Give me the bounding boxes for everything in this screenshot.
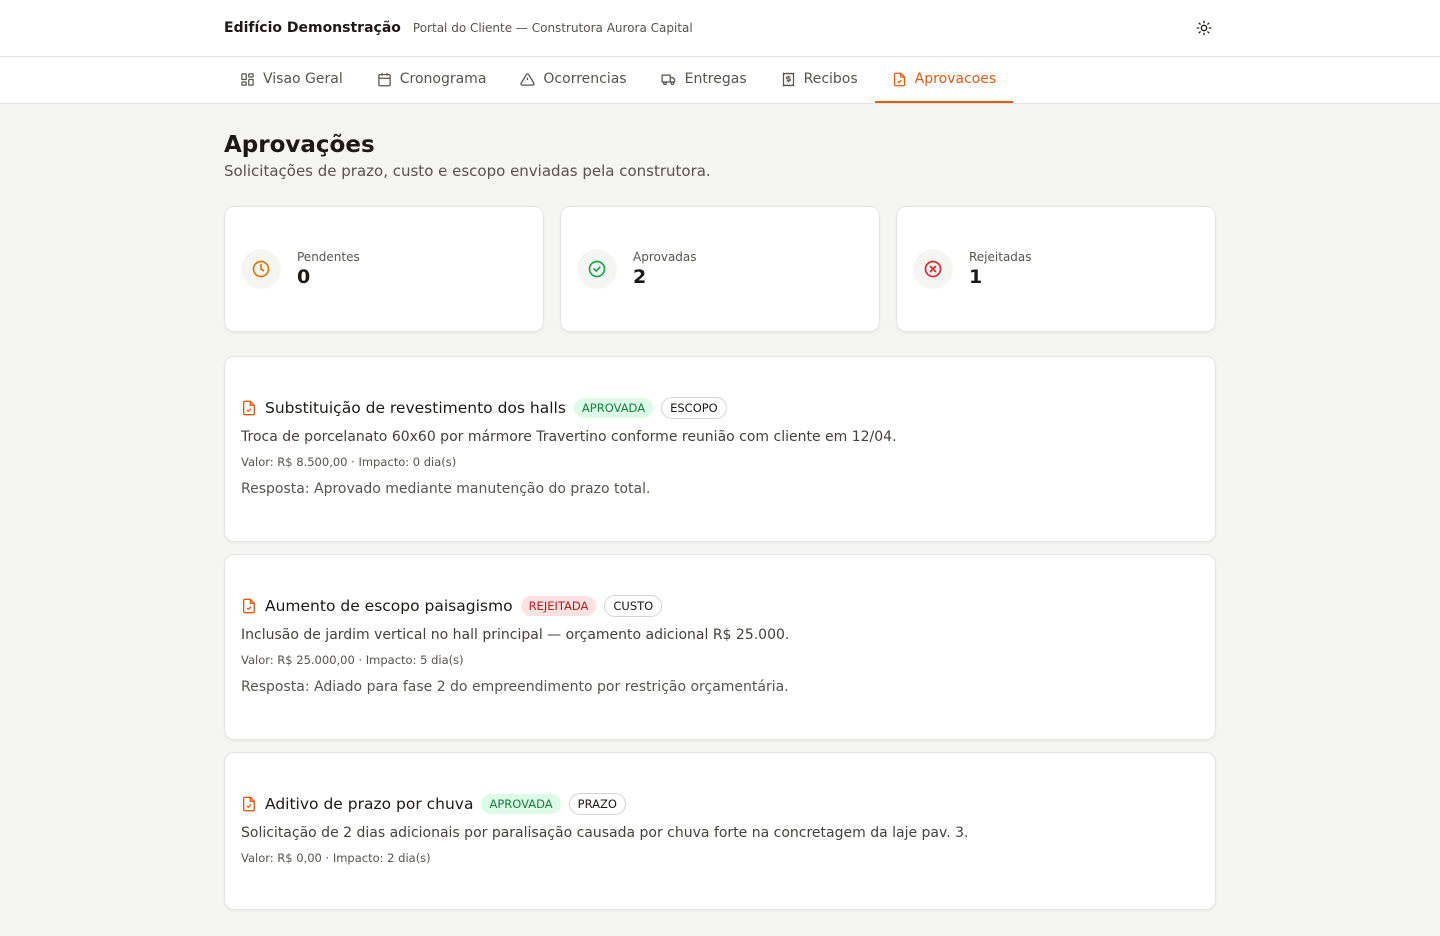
main-content: Aprovações Solicitações de prazo, custo … bbox=[0, 104, 1440, 910]
approval-response: Resposta: Aprovado mediante manutenção d… bbox=[241, 481, 651, 497]
tab-cronograma[interactable]: Cronograma bbox=[360, 57, 504, 103]
approval-card[interactable]: Aumento de escopo paisagismo REJEITADA C… bbox=[224, 554, 1216, 740]
status-badge: REJEITADA bbox=[520, 596, 597, 616]
status-badge: APROVADA bbox=[481, 794, 561, 814]
stat-value: 0 bbox=[297, 266, 311, 288]
file-check-icon bbox=[243, 400, 255, 416]
status-badge: APROVADA bbox=[573, 398, 654, 418]
tab-aprovacoes[interactable]: Aprovacoes bbox=[874, 57, 1014, 103]
top-header: Edifício Demonstração Portal do Cliente … bbox=[0, 0, 1440, 57]
x-circle-icon bbox=[924, 260, 942, 278]
approval-title: Aumento de escopo paisagismo bbox=[265, 597, 513, 615]
stat-label: Pendentes bbox=[297, 250, 360, 264]
approvals-list: Substituição de revestimento dos halls A… bbox=[224, 356, 1216, 910]
tab-label: Ocorrencias bbox=[543, 71, 627, 87]
stats-row: Pendentes 0 Aprovadas 2 Rejeitadas 1 bbox=[224, 206, 1216, 332]
approval-card[interactable]: Aditivo de prazo por chuva APROVADA PRAZ… bbox=[224, 752, 1216, 910]
stat-card-pendentes: Pendentes 0 bbox=[224, 206, 544, 332]
check-circle-icon bbox=[588, 260, 606, 278]
tab-label: Cronograma bbox=[399, 71, 487, 87]
tab-label: Recibos bbox=[803, 71, 858, 87]
main-nav: Visao Geral Cronograma Ocorrencias Entre… bbox=[0, 57, 1440, 104]
stat-value: 2 bbox=[633, 266, 647, 288]
type-badge: CUSTO bbox=[604, 595, 663, 617]
tab-label: Visao Geral bbox=[263, 71, 343, 87]
page-subtitle: Solicitações de prazo, custo e escopo en… bbox=[224, 162, 711, 180]
stat-card-aprovadas: Aprovadas 2 bbox=[560, 206, 880, 332]
stat-label: Aprovadas bbox=[633, 250, 697, 264]
approval-meta: Valor: R$ 0,00 · Impacto: 2 dia(s) bbox=[241, 851, 431, 865]
tab-entregas[interactable]: Entregas bbox=[644, 57, 764, 103]
tab-label: Aprovacoes bbox=[914, 71, 997, 87]
calendar-icon bbox=[377, 72, 391, 86]
approval-description: Troca de porcelanato 60x60 por mármore T… bbox=[241, 429, 897, 445]
file-check-icon bbox=[243, 598, 255, 614]
approval-description: Inclusão de jardim vertical no hall prin… bbox=[241, 627, 790, 643]
stat-icon-wrap bbox=[241, 249, 281, 289]
stat-card-rejeitadas: Rejeitadas 1 bbox=[896, 206, 1216, 332]
approval-description: Solicitação de 2 dias adicionais por par… bbox=[241, 825, 969, 841]
sun-icon bbox=[1196, 20, 1212, 36]
approval-header: Aumento de escopo paisagismo REJEITADA C… bbox=[241, 595, 1199, 617]
approval-response: Resposta: Adiado para fase 2 do empreend… bbox=[241, 679, 789, 695]
file-check-icon bbox=[893, 72, 905, 86]
portal-subtitle: Portal do Cliente — Construtora Aurora C… bbox=[412, 21, 693, 35]
receipt-icon bbox=[782, 71, 794, 87]
approval-title: Substituição de revestimento dos halls bbox=[265, 399, 566, 417]
stat-icon-wrap bbox=[577, 249, 617, 289]
approval-header: Substituição de revestimento dos halls A… bbox=[241, 397, 1199, 419]
page-title: Aprovações bbox=[224, 132, 375, 158]
stat-label: Rejeitadas bbox=[969, 250, 1032, 264]
approval-meta: Valor: R$ 25.000,00 · Impacto: 5 dia(s) bbox=[241, 653, 464, 667]
stat-value: 1 bbox=[969, 266, 983, 288]
approval-header: Aditivo de prazo por chuva APROVADA PRAZ… bbox=[241, 793, 1199, 815]
stat-icon-wrap bbox=[913, 249, 953, 289]
project-name: Edifício Demonstração bbox=[224, 20, 401, 36]
truck-icon bbox=[661, 74, 675, 85]
approval-title: Aditivo de prazo por chuva bbox=[265, 795, 474, 813]
approval-meta: Valor: R$ 8.500,00 · Impacto: 0 dia(s) bbox=[241, 455, 457, 469]
type-badge: PRAZO bbox=[568, 793, 626, 815]
tab-recibos[interactable]: Recibos bbox=[764, 57, 875, 103]
alert-triangle-icon bbox=[520, 72, 536, 86]
file-check-icon bbox=[243, 796, 255, 812]
brand: Edifício Demonstração Portal do Cliente … bbox=[224, 20, 693, 36]
theme-toggle-button[interactable] bbox=[1192, 16, 1216, 40]
clock-icon bbox=[252, 260, 270, 278]
tab-ocorrencias[interactable]: Ocorrencias bbox=[503, 57, 643, 103]
grid-icon bbox=[241, 72, 254, 86]
tab-visao-geral[interactable]: Visao Geral bbox=[224, 57, 360, 103]
approval-card[interactable]: Substituição de revestimento dos halls A… bbox=[224, 356, 1216, 542]
type-badge: ESCOPO bbox=[661, 397, 727, 419]
tab-label: Entregas bbox=[684, 71, 747, 87]
